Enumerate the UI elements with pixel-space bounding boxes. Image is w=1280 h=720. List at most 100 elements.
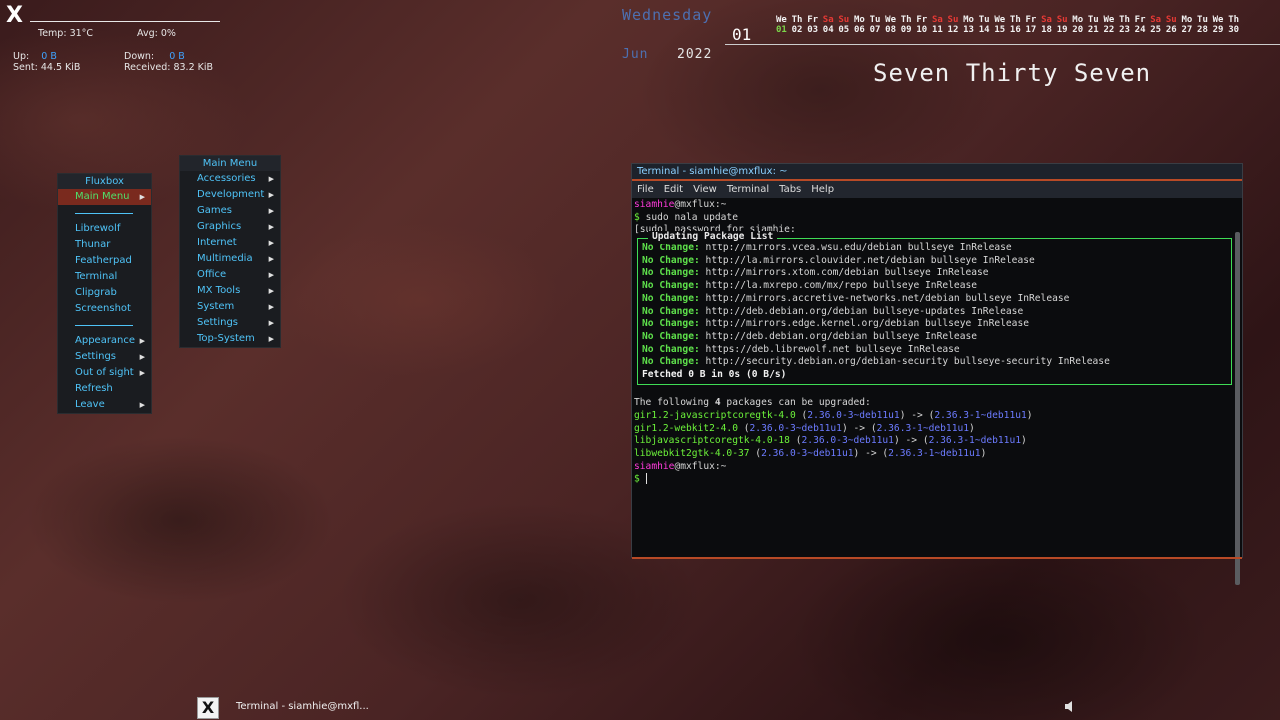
fluxbox-menu-item-thunar[interactable]: Thunar	[58, 237, 151, 253]
terminal-menu-help[interactable]: Help	[811, 181, 834, 198]
calendar-weekday: Fr	[1025, 15, 1037, 25]
fluxbox-menu-item-clipgrab[interactable]: Clipgrab	[58, 285, 151, 301]
main-menu-item-games[interactable]: Games ▶	[180, 203, 280, 219]
main-menu-item-development[interactable]: Development ▶	[180, 187, 280, 203]
fluxbox-menu-item-refresh[interactable]: Refresh	[58, 381, 151, 397]
fluxbox-menu-item-settings[interactable]: Settings ▶	[58, 349, 151, 365]
cpu-avg-readout: Avg: 0%	[137, 28, 176, 39]
calendar-day[interactable]: 28	[1197, 25, 1213, 35]
calendar-day[interactable]: 06	[854, 25, 870, 35]
main-menu-item-graphics[interactable]: Graphics ▶	[180, 219, 280, 235]
menu-separator	[58, 317, 151, 333]
calendar-day[interactable]: 17	[1026, 25, 1042, 35]
repo-status-line: No Change: http://la.mxrepo.com/mx/repo …	[642, 280, 1227, 293]
temp-readout: Temp: 31°C	[38, 28, 94, 39]
calendar-day[interactable]: 23	[1119, 25, 1135, 35]
main-menu-item-internet[interactable]: Internet ▶	[180, 235, 280, 251]
input-line[interactable]: $	[634, 473, 1242, 486]
menu-item-label: Internet	[197, 237, 237, 248]
package-upgrade-line: libwebkit2gtk-4.0-37 (2.36.0-3~deb11u1) …	[634, 448, 987, 460]
main-menu-item-office[interactable]: Office ▶	[180, 267, 280, 283]
menu-item-label: Settings	[75, 351, 117, 362]
fluxbox-menu-item-screenshot[interactable]: Screenshot	[58, 301, 151, 317]
terminal-titlebar[interactable]: Terminal - siamhie@mxflux: ~	[632, 164, 1242, 179]
calendar-day[interactable]: 25	[1150, 25, 1166, 35]
fluxbox-menu-item-featherpad[interactable]: Featherpad	[58, 253, 151, 269]
no-change-label: No Change:	[642, 254, 700, 266]
calendar-day[interactable]: 20	[1072, 25, 1088, 35]
submenu-arrow-icon: ▶	[268, 191, 274, 199]
main-menu-item-mx-tools[interactable]: MX Tools ▶	[180, 283, 280, 299]
fluxbox-menu-item-out-of-sight[interactable]: Out of sight ▶	[58, 365, 151, 381]
taskbar-menu-icon[interactable]: X	[197, 697, 219, 719]
calendar-day[interactable]: 21	[1088, 25, 1104, 35]
terminal-menu-terminal[interactable]: Terminal	[727, 181, 769, 198]
calendar-day[interactable]: 07	[870, 25, 886, 35]
calendar-day[interactable]: 01	[776, 25, 792, 35]
no-change-label: No Change:	[642, 267, 700, 279]
no-change-label: No Change:	[642, 330, 700, 342]
calendar-day[interactable]: 26	[1166, 25, 1182, 35]
calendar-day[interactable]: 08	[885, 25, 901, 35]
calendar-day[interactable]: 30	[1228, 25, 1244, 35]
calendar-day[interactable]: 13	[963, 25, 979, 35]
terminal-menu-view[interactable]: View	[693, 181, 717, 198]
calendar-day[interactable]: 27	[1181, 25, 1197, 35]
fluxbox-menu-item-leave[interactable]: Leave ▶	[58, 397, 151, 413]
taskbar-terminal-task[interactable]: Terminal - siamhie@mxfl...	[236, 701, 369, 712]
calendar-day[interactable]: 19	[1057, 25, 1073, 35]
package-new-version: 2.36.3-1~deb11u1	[928, 435, 1022, 447]
calendar-day[interactable]: 10	[916, 25, 932, 35]
terminal-menu-tabs[interactable]: Tabs	[779, 181, 801, 198]
main-menu-item-system[interactable]: System ▶	[180, 299, 280, 315]
submenu-arrow-icon: ▶	[268, 335, 274, 343]
calendar-weekday: Su	[1056, 15, 1068, 25]
upload-readout: Up: 0 B	[13, 51, 57, 62]
year-label: 2022	[677, 47, 713, 62]
main-menu-item-accessories[interactable]: Accessories ▶	[180, 171, 280, 187]
main-menu-item-settings[interactable]: Settings ▶	[180, 315, 280, 331]
calendar-day[interactable]: 02	[792, 25, 808, 35]
menu-item-label: Librewolf	[75, 223, 121, 234]
repo-status-line: No Change: http://mirrors.xtom.com/debia…	[642, 267, 1227, 280]
calendar-day[interactable]: 11	[932, 25, 948, 35]
package-new-version: 2.36.3-1~deb11u1	[876, 422, 970, 434]
calendar-weekday: We	[885, 15, 896, 25]
submenu-arrow-icon: ▶	[139, 193, 145, 201]
calendar-day[interactable]: 05	[838, 25, 854, 35]
fluxbox-menu-item-appearance[interactable]: Appearance ▶	[58, 333, 151, 349]
calendar-day[interactable]: 24	[1135, 25, 1151, 35]
calendar-weekday: Sa	[1041, 15, 1052, 25]
repo-url: http://mirrors.edge.kernel.org/debian bu…	[705, 318, 1029, 330]
no-change-label: No Change:	[642, 292, 700, 304]
main-menu-item-top-system[interactable]: Top-System ▶	[180, 331, 280, 347]
terminal-menu-edit[interactable]: Edit	[664, 181, 683, 198]
calendar-day[interactable]: 09	[901, 25, 917, 35]
calendar-day[interactable]: 18	[1041, 25, 1057, 35]
calendar-weekday: We	[1212, 15, 1224, 25]
calendar-day[interactable]: 03	[807, 25, 823, 35]
calendar-day[interactable]: 15	[994, 25, 1010, 35]
calendar-day[interactable]: 14	[979, 25, 995, 35]
menu-separator	[58, 205, 151, 221]
fluxbox-menu-item-main-menu[interactable]: Main Menu ▶	[58, 189, 151, 205]
calendar-day[interactable]: 16	[1010, 25, 1026, 35]
menu-item-label: Out of sight	[75, 367, 134, 378]
calendar-weekday: Tu	[978, 15, 990, 25]
terminal-output[interactable]: siamhie@mxflux:~ $ sudo nala update [sud…	[632, 198, 1242, 585]
calendar-day[interactable]: 12	[948, 25, 964, 35]
repo-url: http://deb.debian.org/debian bullseye-up…	[705, 305, 1024, 317]
calendar-day[interactable]: 29	[1213, 25, 1229, 35]
terminal-menu-file[interactable]: File	[637, 181, 654, 198]
calendar-day[interactable]: 22	[1103, 25, 1119, 35]
month-label: Jun	[622, 47, 649, 62]
fluxbox-menu-item-librewolf[interactable]: Librewolf	[58, 221, 151, 237]
calendar-day[interactable]: 04	[823, 25, 839, 35]
update-box: Updating Package List No Change: http://…	[637, 231, 1232, 385]
terminal-window[interactable]: Terminal - siamhie@mxflux: ~ File Edit Vie…	[631, 163, 1243, 585]
menu-item-label: MX Tools	[197, 285, 241, 296]
terminal-scrollbar[interactable]	[1235, 232, 1240, 585]
fluxbox-menu-item-terminal[interactable]: Terminal	[58, 269, 151, 285]
main-menu-item-multimedia[interactable]: Multimedia ▶	[180, 251, 280, 267]
volume-icon[interactable]	[1064, 700, 1076, 713]
